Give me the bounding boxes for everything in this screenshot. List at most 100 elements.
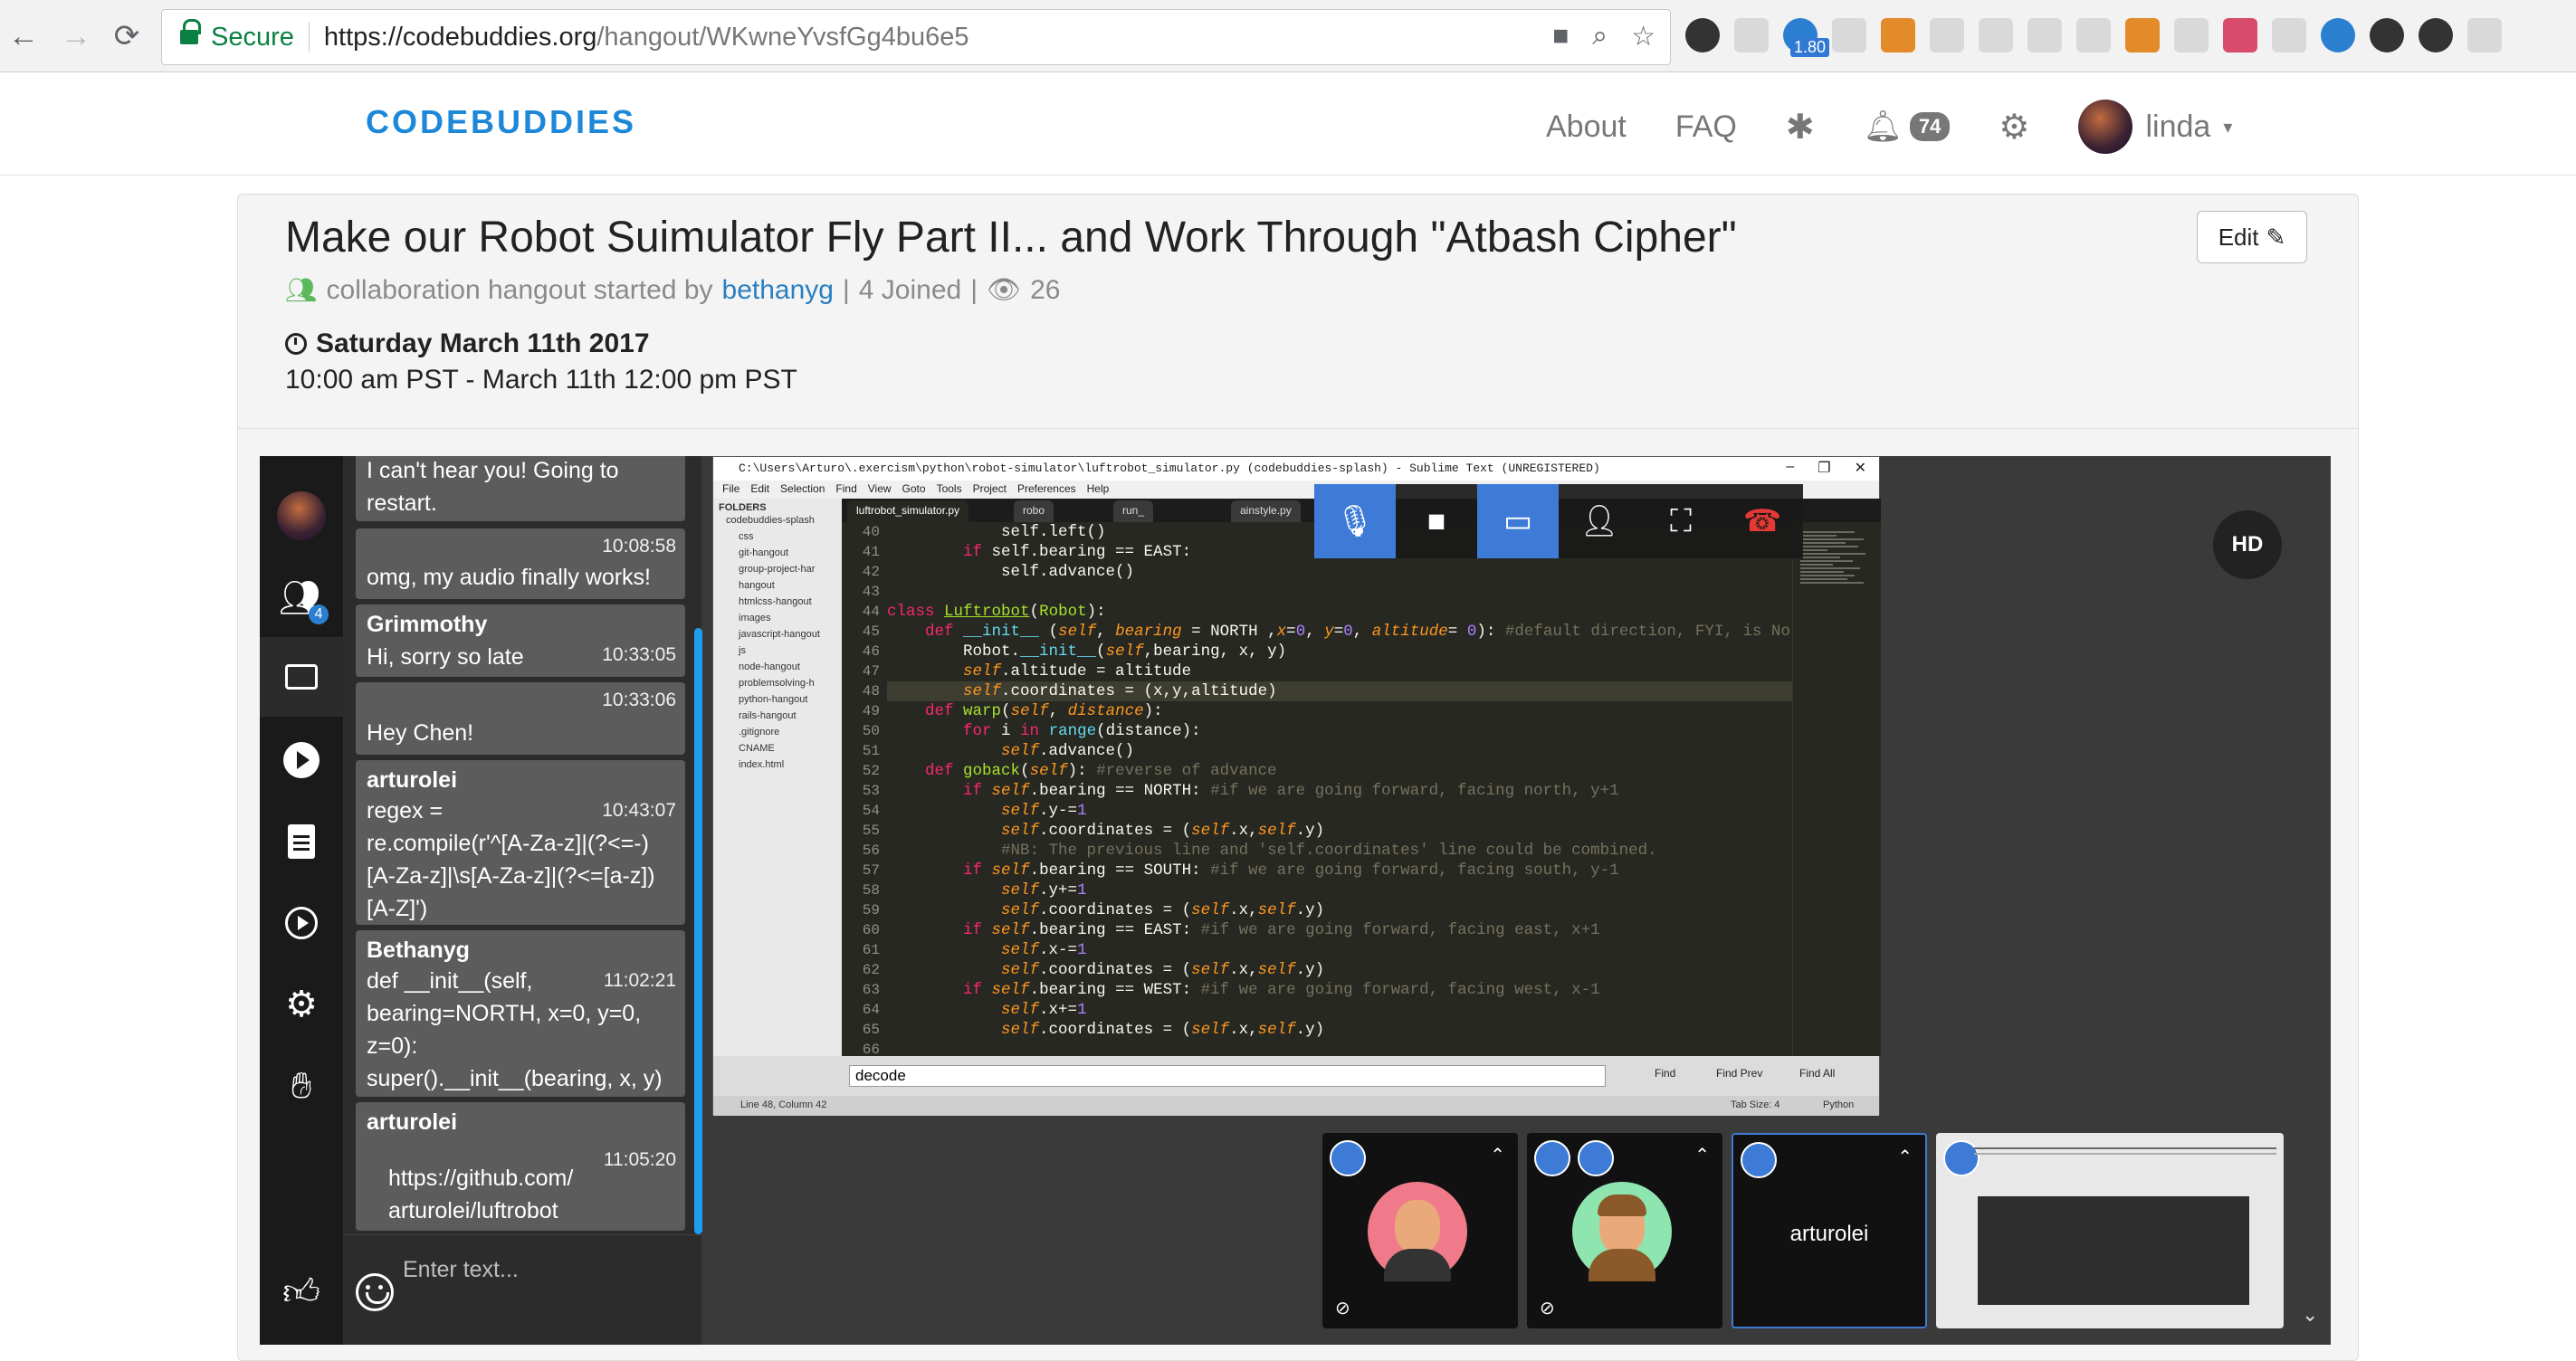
editor-menu-item: File [722,482,740,495]
extension-icon[interactable] [2321,18,2355,52]
rail-settings[interactable]: ⚙ [260,965,343,1044]
edit-label: Edit [2218,223,2259,251]
chevron-down-icon[interactable]: ⌄ [2302,1303,2318,1327]
extension-icon[interactable] [2125,18,2160,52]
rail-self-avatar[interactable] [260,476,343,556]
admin-cog-icon[interactable]: ✱ [1786,107,1815,148]
code-line: def warp(self, distance): [925,702,1163,720]
bookmark-star-icon[interactable]: ☆ [1631,21,1655,52]
lock-icon [180,19,201,48]
folder-item: group-project-har [739,564,816,575]
rail-youtube[interactable] [260,720,343,800]
settings-gears-icon[interactable]: ⚙ [1999,107,2029,148]
nav-faq-link[interactable]: FAQ [1675,109,1737,145]
line-number: 44 [862,604,880,620]
play-circle-icon [283,742,320,778]
code-line: class Luftrobot(Robot): [887,603,1106,621]
chat-line: https://github.com/ [388,1166,574,1191]
chat-time: 10:33:06 [602,690,676,710]
reload-icon[interactable]: ⟳ [107,16,147,56]
chat-scrollbar[interactable] [694,628,702,1234]
eyedropper-icon[interactable] [1734,18,1769,52]
extension-icon[interactable] [2223,18,2257,52]
forward-arrow-icon[interactable]: → [56,16,96,56]
extension-icon[interactable] [1832,18,1866,52]
chevron-up-icon[interactable]: ⌃ [1897,1146,1913,1168]
extension-icon[interactable] [2027,18,2062,52]
line-number: 57 [862,862,880,879]
edit-button[interactable]: Edit ✎ [2197,211,2307,263]
chat-message: arturolei 11:05:20 https://github.com/ a… [356,1102,685,1231]
extension-icon[interactable] [2467,18,2502,52]
folder-item: python-hangout [739,694,808,705]
rail-participants[interactable]: 👥︎ 4 [260,557,343,637]
folder-item: css [739,531,754,542]
extension-icon[interactable]: 1.80 [1783,18,1830,57]
rail-shared-doc[interactable] [260,802,343,881]
host-link[interactable]: bethanyg [722,275,834,306]
rail-recording[interactable] [260,883,343,963]
mute-mic-button[interactable]: 🎙︎ [1314,484,1396,558]
camera-icon[interactable]: ■ [1552,21,1569,52]
editor-menu-item: Help [1086,482,1110,495]
site-logo[interactable]: CODEBUDDIES [366,103,636,141]
code-line: self.x-=1 [1001,941,1087,959]
chat-message-body: regex = re.compile(r'^[A-Za-z]|(?<=-) [A… [367,795,676,925]
monitor-icon: ▭ [1503,504,1533,538]
extension-icon[interactable] [1979,18,2013,52]
chat-author: Grimmothy [367,612,488,637]
line-number: 49 [862,703,880,719]
chat-input[interactable]: Enter text... [403,1257,519,1283]
address-bar[interactable]: Secure https://codebuddies.org /hangout/… [161,9,1671,65]
notifications-button[interactable]: 🔔︎ 74 [1864,109,1951,145]
line-number: 42 [862,564,880,580]
extension-icon[interactable] [2174,18,2209,52]
rail-raise-hand[interactable]: ✋︎ [260,1046,343,1126]
chat-message-body: Hey Chen! [367,717,676,749]
chat-author: Bethanyg [367,937,470,963]
extension-icon[interactable] [1881,18,1915,52]
code-line: self.y-=1 [1001,802,1087,820]
hd-toggle[interactable]: HD [2213,510,2282,579]
screen-share-button[interactable]: ▭ [1477,484,1559,558]
shared-screen: C:\Users\Arturo\.exercism\python\robot-s… [712,456,1881,1116]
find-all-button: Find All [1799,1067,1836,1080]
bell-icon: 🔔︎ [1863,109,1903,144]
extension-icon[interactable] [2076,18,2111,52]
hang-up-button[interactable]: ☎︎ [1722,484,1803,558]
fullscreen-button[interactable]: ⛶ [1640,484,1722,558]
rail-chat[interactable] [260,637,343,717]
nav-about-link[interactable]: About [1546,109,1627,145]
line-number: 54 [862,803,880,819]
extension-icon[interactable] [2272,18,2306,52]
chat-panel: I can't hear you! Going to restart. 10:0… [343,456,701,1234]
user-menu[interactable]: linda ▾ [2078,100,2232,154]
screen-share-thumbnail[interactable] [1936,1133,2284,1328]
cursor-position: Line 48, Column 42 [740,1099,827,1110]
chat-message-link[interactable]: https://github.com/ arturolei/luftrobot [388,1162,676,1227]
chat-message: I can't hear you! Going to restart. [356,456,685,521]
extension-icon[interactable] [1685,18,1720,52]
mic-off-icon: 🎙︎ [1335,504,1375,538]
participant-tile[interactable]: ⌃ ⊘ [1322,1133,1518,1328]
extension-icon[interactable] [2419,18,2453,52]
participant-tile[interactable]: ⌃ arturolei [1732,1133,1927,1328]
extension-icon[interactable] [1930,18,1964,52]
chat-author: arturolei [367,767,458,793]
zoom-icon[interactable]: ⌕ [1592,21,1608,52]
chevron-up-icon[interactable]: ⌃ [1490,1144,1505,1166]
editor-tab: run_ [1113,500,1154,522]
invite-button[interactable]: 👤︎ [1559,484,1640,558]
camera-button[interactable]: ■ [1396,484,1477,558]
emoji-icon[interactable] [356,1273,394,1311]
rail-thumbs-up[interactable]: 👍︎ [260,1252,343,1332]
chat-bubble-icon [285,664,318,690]
secure-label: Secure [211,22,294,52]
chevron-up-icon[interactable]: ⌃ [1694,1144,1710,1166]
pencil-square-icon: ✎ [2266,223,2286,251]
back-arrow-icon[interactable]: ← [4,16,43,56]
extension-icon[interactable] [2370,18,2404,52]
participant-tile[interactable]: ⌃ ⊘ [1527,1133,1722,1328]
camera-off-icon: ⊘ [1335,1299,1350,1318]
line-number: 65 [862,1022,880,1038]
